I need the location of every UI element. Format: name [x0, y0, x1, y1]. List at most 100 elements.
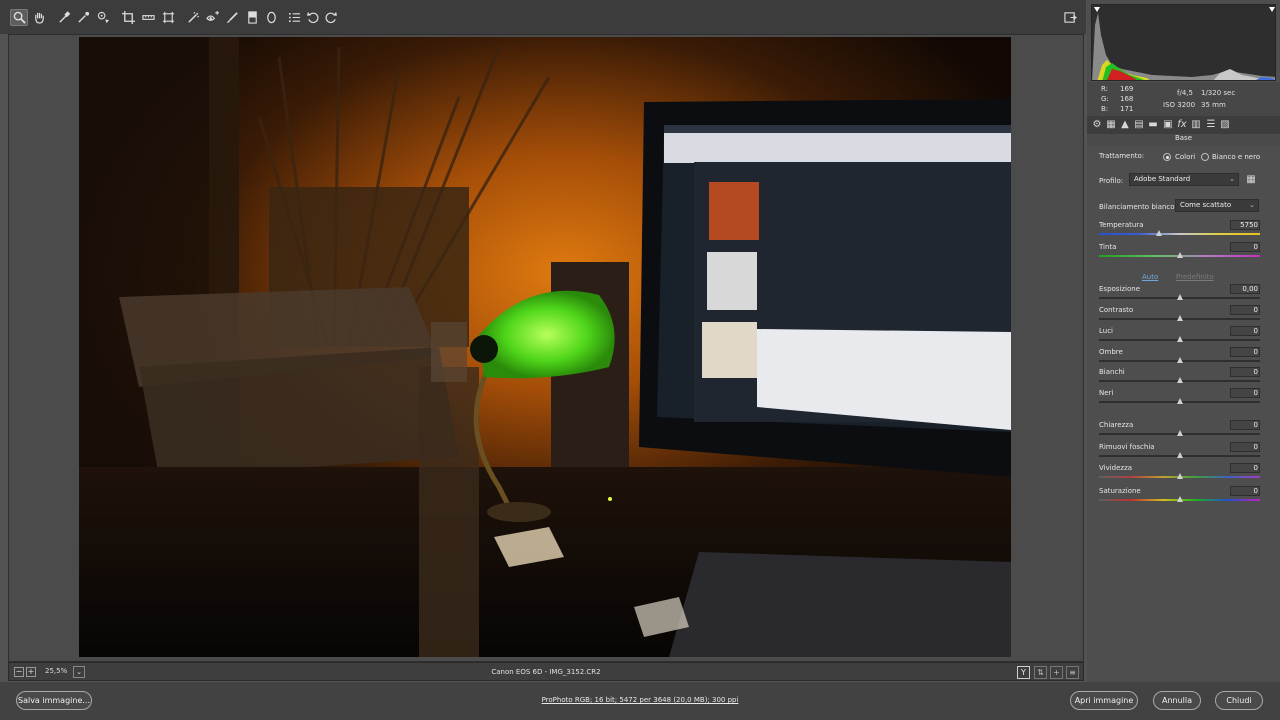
tab-calibration-icon[interactable]: ▥ [1190, 119, 1202, 131]
section-title: Base [1087, 134, 1280, 146]
rotate-right-icon[interactable] [323, 10, 338, 25]
slider-value-chiarezza[interactable]: 0 [1230, 421, 1260, 431]
slider-thumb-rimuovi-foschia[interactable] [1176, 452, 1183, 458]
shadow-clipping-icon[interactable] [1094, 7, 1100, 12]
preferences-icon[interactable] [287, 10, 302, 25]
slider-label-bianchi: Bianchi [1099, 368, 1125, 376]
slider-label-contrasto: Contrasto [1099, 306, 1134, 314]
open-image-button[interactable]: Apri immagine [1070, 691, 1138, 710]
photo-illustration [79, 37, 1011, 657]
slider-value-temperatura[interactable]: 5750 [1230, 221, 1260, 231]
crop-icon[interactable] [121, 10, 136, 25]
focal-length: 35 mm [1201, 101, 1226, 109]
transform-icon[interactable] [161, 10, 176, 25]
bottom-bar: Salva immagine... ProPhoto RGB; 16 bit; … [0, 682, 1280, 720]
auto-link[interactable]: Auto [1142, 273, 1158, 281]
treatment-bw-label: Bianco e nero [1212, 153, 1261, 161]
file-name: Canon EOS 6D - IMG_3152.CR2 [491, 668, 601, 676]
slider-label-chiarezza: Chiarezza [1099, 421, 1134, 429]
rotate-left-icon[interactable] [306, 10, 321, 25]
adjustment-brush-icon[interactable] [225, 10, 240, 25]
slider-label-temperatura: Temperatura [1099, 221, 1144, 229]
slider-thumb-bianchi[interactable] [1176, 377, 1183, 383]
treatment-bw-radio[interactable] [1201, 153, 1209, 161]
slider-label-rimuovi-foschia: Rimuovi foschia [1099, 443, 1155, 451]
slider-thumb-tinta[interactable] [1176, 252, 1183, 258]
slider-value-rimuovi-foschia[interactable]: 0 [1230, 443, 1260, 453]
cancel-button[interactable]: Annulla [1153, 691, 1201, 710]
straighten-icon[interactable] [141, 10, 156, 25]
slider-value-contrasto[interactable]: 0 [1230, 306, 1260, 316]
slider-thumb-esposizione[interactable] [1176, 294, 1183, 300]
tab-effects-icon[interactable]: fx [1176, 119, 1188, 131]
slider-thumb-luci[interactable] [1176, 336, 1183, 342]
slider-thumb-vividezza[interactable] [1176, 473, 1183, 479]
tab-lens-icon[interactable]: ▣ [1162, 119, 1174, 131]
tab-basic-icon[interactable]: ⚙ [1091, 119, 1103, 131]
image-status-bar: − + 25,5% ⌄ Canon EOS 6D - IMG_3152.CR2 … [8, 662, 1084, 681]
slider-label-saturazione: Saturazione [1099, 487, 1141, 495]
treatment-label: Trattamento: [1099, 152, 1145, 160]
slider-value-luci[interactable]: 0 [1230, 327, 1260, 337]
white-balance-icon[interactable] [57, 10, 72, 25]
white-balance-select[interactable]: Come scattato ⌄ [1175, 199, 1259, 212]
target-adjust-icon[interactable] [96, 10, 111, 25]
tab-split-toning-icon[interactable]: ▬ [1147, 119, 1159, 131]
radial-filter-icon[interactable] [264, 10, 279, 25]
shutter-speed: 1/320 sec [1201, 89, 1236, 97]
slider-value-vividezza[interactable]: 0 [1230, 464, 1260, 474]
spot-removal-icon[interactable] [186, 10, 201, 25]
wb-label: Bilanciamento bianco: [1099, 203, 1177, 211]
close-button[interactable]: Chiudi [1215, 691, 1263, 710]
copy-settings-icon[interactable]: + [1050, 666, 1063, 679]
swap-settings-icon[interactable]: ⇅ [1034, 666, 1047, 679]
tab-detail-icon[interactable]: ▲ [1119, 119, 1131, 131]
before-after-toggle-icon[interactable]: Y [1017, 666, 1030, 679]
photo-preview[interactable] [79, 37, 1011, 657]
profile-browser-icon[interactable]: ▦ [1245, 174, 1257, 186]
slider-value-esposizione[interactable]: 0,00 [1230, 285, 1260, 295]
hand-icon[interactable] [32, 10, 47, 25]
slider-value-bianchi[interactable]: 0 [1230, 368, 1260, 378]
slider-value-saturazione[interactable]: 0 [1230, 487, 1260, 497]
fullscreen-icon[interactable] [1063, 10, 1078, 25]
slider-value-tinta[interactable]: 0 [1230, 243, 1260, 253]
zoom-icon[interactable] [10, 9, 28, 26]
treatment-color-label: Colori [1175, 153, 1196, 161]
tab-snapshots-icon[interactable]: ▧ [1219, 119, 1231, 131]
slider-label-ombre: Ombre [1099, 348, 1123, 356]
histogram [1091, 4, 1276, 81]
adjustments-panel: R: 169 G: 168 B: 171 f/4,5 1/320 sec ISO… [1087, 0, 1280, 682]
profile-select[interactable]: Adobe Standard ⌄ [1129, 173, 1239, 186]
slider-label-vividezza: Vividezza [1099, 464, 1133, 472]
toggle-settings-icon[interactable]: ≡ [1066, 666, 1079, 679]
tab-tone-curve-icon[interactable]: ▦ [1105, 119, 1117, 131]
slider-label-esposizione: Esposizione [1099, 285, 1141, 293]
slider-value-neri[interactable]: 0 [1230, 389, 1260, 399]
tab-presets-icon[interactable]: ☰ [1205, 119, 1217, 131]
slider-track-temperatura[interactable] [1099, 233, 1260, 235]
iso: ISO 3200 [1163, 101, 1196, 109]
toolbar [0, 0, 1086, 34]
slider-thumb-saturazione[interactable] [1176, 496, 1183, 502]
slider-label-luci: Luci [1099, 327, 1114, 335]
tab-hsl-icon[interactable]: ▤ [1133, 119, 1145, 131]
slider-thumb-contrasto[interactable] [1176, 315, 1183, 321]
default-link[interactable]: Predefinito [1176, 273, 1214, 281]
slider-thumb-chiarezza[interactable] [1176, 430, 1183, 436]
image-canvas[interactable] [8, 34, 1084, 662]
graduated-filter-icon[interactable] [245, 10, 260, 25]
slider-thumb-neri[interactable] [1176, 398, 1183, 404]
highlight-clipping-icon[interactable] [1269, 7, 1275, 12]
treatment-color-radio[interactable] [1163, 153, 1171, 161]
histogram-graph [1092, 7, 1275, 80]
slider-label-neri: Neri [1099, 389, 1114, 397]
slider-thumb-ombre[interactable] [1176, 357, 1183, 363]
color-sampler-icon[interactable] [76, 10, 91, 25]
aperture: f/4,5 [1177, 89, 1193, 97]
panel-tabs: ⚙ ▦ ▲ ▤ ▬ ▣ fx ▥ ☰ ▧ [1087, 116, 1280, 134]
slider-thumb-temperatura[interactable] [1155, 230, 1162, 236]
profile-label: Profilo: [1099, 177, 1124, 185]
red-eye-icon[interactable] [205, 10, 220, 25]
slider-value-ombre[interactable]: 0 [1230, 348, 1260, 358]
